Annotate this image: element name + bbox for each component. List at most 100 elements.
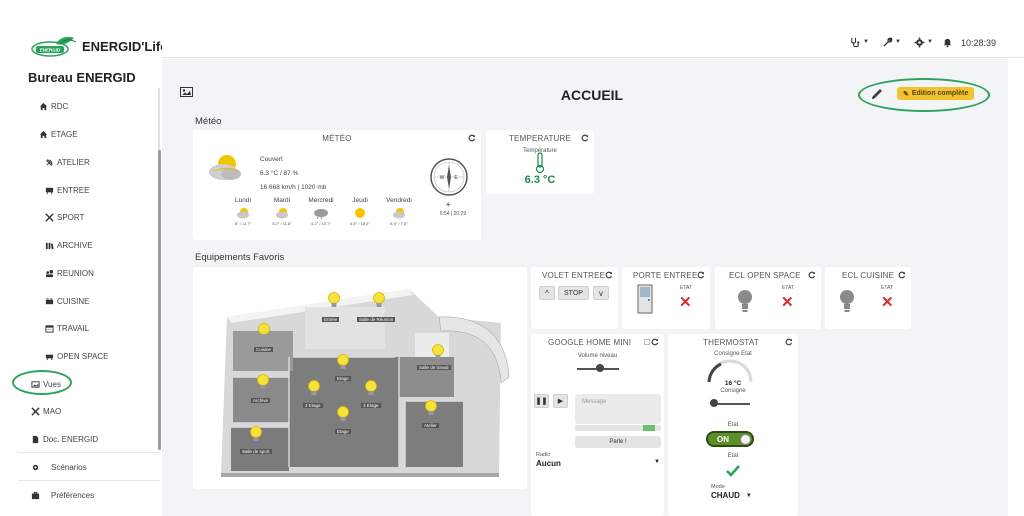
refresh-icon[interactable] [808,271,816,279]
weather-wind-pressure: 16.668 km/h | 1020 mb [260,184,327,191]
room-label: Atelier [422,423,439,428]
sidebar-item-etage[interactable]: ETAGE [38,129,78,139]
sidebar-item-atelier[interactable]: ATELIER [44,157,90,167]
refresh-icon[interactable] [651,338,659,346]
porte-state-x: ✕ [679,294,692,311]
forecast-day-name: Jeudi [352,197,368,204]
forecast-day-name: Lundi [235,197,251,204]
refresh-icon[interactable] [898,271,906,279]
tools-icon [30,406,40,416]
refresh-icon[interactable] [468,134,476,142]
sidebar-scrollbar[interactable] [158,150,161,450]
sidebar-item-label: REUNION [57,268,94,278]
room-label: 2 Etage [303,403,323,408]
meteo-card: MÉTÉO Couvert 6.3 °C / 87 % 16.668 km/h … [193,130,481,240]
light-bulb-icon[interactable] [423,399,439,419]
light-bulb-icon[interactable] [255,373,271,393]
sidebar-item-sport[interactable]: SPORT [44,212,84,222]
light-bulb-icon[interactable] [335,353,351,373]
pause-button[interactable]: ❚❚ [534,394,549,408]
thermostat-toggle[interactable]: ON [706,431,754,447]
logo-text: ENERGID [40,48,61,53]
radio-select[interactable]: Aucun ▼ [536,459,660,468]
light-bulb-icon[interactable] [839,288,855,314]
play-button[interactable]: ▶ [553,394,568,408]
room-label: Etage [335,429,351,434]
cloudy-sun-icon [276,208,288,219]
checkbox[interactable] [644,339,650,345]
light-bulb-icon[interactable] [430,343,446,363]
forecast-row: Lundi 8° / 11.7° Mardi 5.2° / 11.8° Merc… [226,197,416,226]
light-bulb-icon[interactable] [335,405,351,425]
sidebar-item-scenarios[interactable]: Scénarios [30,462,87,472]
light-bulb-icon[interactable] [737,288,753,314]
sidebar-item-archive[interactable]: ARCHIVE [44,240,93,250]
sidebar-item-reunion[interactable]: REUNION [44,268,94,278]
stethoscope-menu[interactable]: ▼ [850,36,869,48]
sidebar-item-open-space[interactable]: OPEN SPACE [44,351,108,361]
sidebar-item-travail[interactable]: TRAVAIL [44,323,89,333]
volet-entree-card: VOLET ENTREE ^ STOP v [531,267,618,329]
ecl-cuisine-state-x: ✕ [881,294,894,311]
compass-icon: W E [430,158,468,196]
energid-logo: ENERGID [31,36,77,57]
sidebar-item-doc-energid[interactable]: Doc. ENERGID [30,434,98,444]
radio-value: Aucun [536,459,561,468]
ecl-open-etat-label: ETAT [782,285,795,291]
light-bulb-icon[interactable] [306,379,322,399]
light-bulb-icon[interactable] [256,322,272,342]
rain-cloud-icon [314,209,328,219]
refresh-icon[interactable] [605,271,613,279]
volume-slider-knob[interactable] [596,364,605,372]
bell-icon [943,38,952,47]
mode-select[interactable]: CHAUD ▼ [711,491,752,500]
temperature-card-title: TEMPERATURE [508,134,572,143]
speak-button[interactable]: Parle ! [575,436,661,448]
sidebar-item-entree[interactable]: ENTREE [44,185,89,195]
message-progress [575,425,661,431]
room-label: Entrée [322,317,340,322]
google-title: GOOGLE HOME MINI [548,338,632,347]
consigne-slider-knob[interactable] [710,399,718,407]
shutter-up-button[interactable]: ^ [539,286,555,300]
settings-menu[interactable]: ▼ [914,36,933,48]
sidebar-item-rdc[interactable]: RDC [38,101,68,111]
sidebar-item-cuisine[interactable]: CUISINE [44,296,89,306]
site-name: Bureau ENERGID [28,70,136,85]
sidebar-item-label: ETAGE [51,129,78,139]
room-label: Salle de sport [240,449,272,454]
sidebar-item-label: Scénarios [51,462,87,472]
light-bulb-icon[interactable] [371,291,387,311]
sidebar-item-mao[interactable]: MAO [30,406,61,416]
sidebar-item-preferences[interactable]: Préférences [30,490,94,500]
favoris-section-label: Equipements Favoris [195,252,285,263]
message-input[interactable]: Message [575,394,661,424]
light-bulb-icon[interactable] [326,291,342,311]
shutter-down-button[interactable]: v [593,286,609,300]
shutter-stop-button[interactable]: STOP [558,286,589,300]
forecast-day-name: Vendredi [386,197,412,204]
forecast-range: 8° / 11.7° [234,221,252,226]
nav-divider [18,452,160,453]
sidebar: ENERGID ENERGID'Life Bureau ENERGID RDC … [0,0,167,516]
brand[interactable]: ENERGID ENERGID'Life [30,34,167,58]
refresh-icon[interactable] [697,271,705,279]
light-bulb-icon[interactable] [248,425,264,445]
play-icon: ▶ [557,398,564,405]
refresh-icon[interactable] [581,134,589,142]
image-icon[interactable] [180,87,193,97]
refresh-icon[interactable] [785,338,793,346]
notifications-button[interactable] [942,36,953,48]
volet-title: VOLET ENTREE [542,271,606,280]
light-bulb-icon[interactable] [363,379,379,399]
message-progress-fill [643,425,655,431]
compass-w-label: W [440,175,445,181]
sidebar-item-label: Doc. ENERGID [43,434,99,444]
radio-label: Radio [536,452,551,458]
sidebar-item-label: Préférences [51,490,95,500]
forecast-range: 4.2° / 10.7° [311,221,331,226]
file-icon [30,434,40,444]
wrench-menu[interactable]: ▼ [882,36,901,48]
room-label: 3 Etage [361,403,381,408]
mode-value: CHAUD [711,491,740,500]
